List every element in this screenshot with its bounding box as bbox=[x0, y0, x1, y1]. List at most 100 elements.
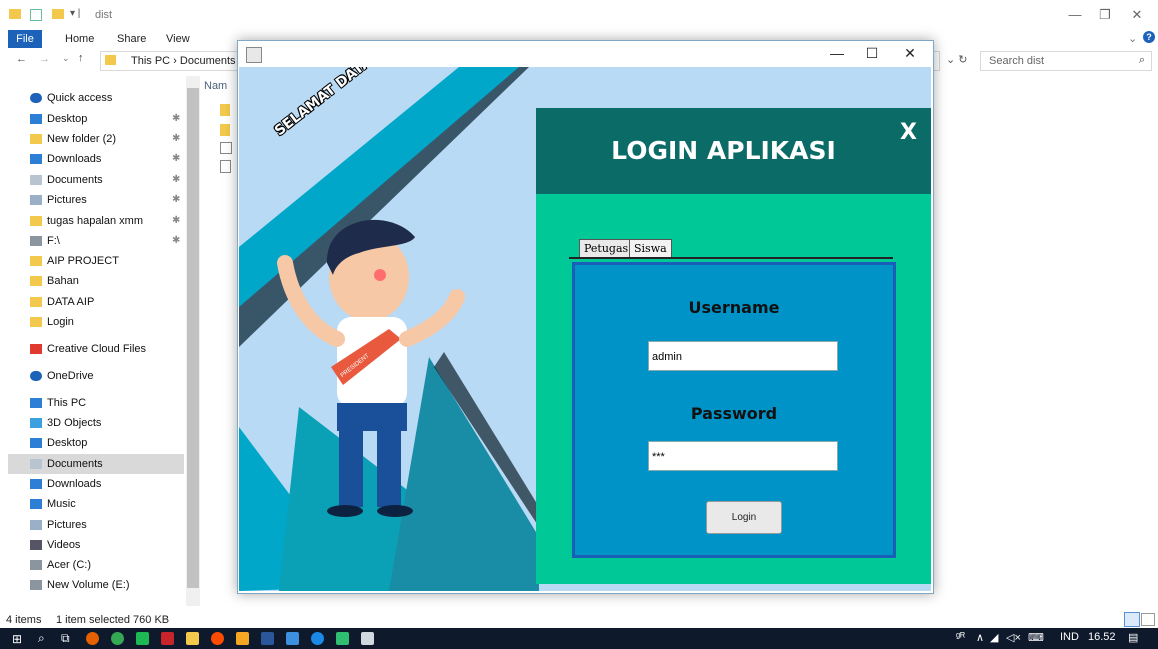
java-file-icon[interactable] bbox=[220, 142, 232, 154]
people-icon[interactable]: ᵍᴿ bbox=[956, 631, 965, 643]
notification-icon[interactable]: ▤ bbox=[1128, 631, 1138, 644]
login-button[interactable]: Login bbox=[706, 501, 782, 534]
new-folder-icon[interactable] bbox=[52, 9, 64, 19]
sidebar-item[interactable]: New Volume (E:) bbox=[30, 575, 130, 595]
quick-access-toolbar-dropdown-icon[interactable]: ▾ | bbox=[70, 8, 80, 19]
tab-share[interactable]: Share bbox=[117, 33, 146, 45]
sidebar-item[interactable]: Downloads bbox=[30, 149, 101, 169]
network-icon[interactable]: ◢ bbox=[990, 631, 998, 644]
close-icon[interactable]: ✕ bbox=[1122, 7, 1152, 23]
sidebar-item[interactable]: 3D Objects bbox=[30, 413, 101, 433]
maximize-icon[interactable]: ☐ bbox=[858, 45, 886, 62]
search-icon[interactable]: ⌕ bbox=[1139, 54, 1145, 67]
sidebar-item[interactable]: Videos bbox=[30, 535, 80, 555]
large-icons-view-icon[interactable] bbox=[1141, 613, 1155, 626]
sidebar-item[interactable]: New folder (2) bbox=[30, 129, 116, 149]
edge-icon[interactable] bbox=[311, 632, 324, 645]
sidebar-item[interactable]: F:\ bbox=[30, 231, 60, 251]
star-icon bbox=[30, 93, 42, 104]
language-indicator[interactable]: IND bbox=[1060, 631, 1079, 643]
search-input[interactable]: Search dist ⌕ bbox=[980, 51, 1152, 71]
folder-icon[interactable] bbox=[220, 124, 230, 136]
xampp-icon[interactable] bbox=[236, 632, 249, 645]
properties-icon[interactable] bbox=[30, 9, 42, 21]
window-title: dist bbox=[95, 9, 113, 21]
sidebar-item[interactable]: Acer (C:) bbox=[30, 555, 91, 575]
close-icon[interactable]: ✕ bbox=[896, 45, 924, 62]
folder-icon[interactable] bbox=[220, 104, 230, 116]
search-icon[interactable]: ⌕ bbox=[38, 631, 45, 646]
scrollbar-thumb[interactable] bbox=[187, 88, 199, 588]
tab-view[interactable]: View bbox=[166, 33, 190, 45]
sidebar-item[interactable]: Documents bbox=[30, 454, 103, 474]
folder-icon bbox=[30, 297, 42, 308]
flash-icon[interactable] bbox=[161, 632, 174, 645]
firefox-icon[interactable] bbox=[86, 632, 99, 645]
sidebar-item[interactable]: Bahan bbox=[30, 271, 79, 291]
volume-icon[interactable]: ◁× bbox=[1006, 631, 1021, 644]
password-input[interactable]: *** bbox=[648, 441, 838, 471]
help-icon[interactable]: ? bbox=[1143, 31, 1155, 43]
refresh-icon[interactable]: ⌄ ↻ bbox=[946, 53, 968, 66]
pin-icon: ✱ bbox=[172, 194, 181, 205]
search-placeholder: Search dist bbox=[989, 55, 1045, 67]
sidebar-item[interactable]: Pictures bbox=[30, 515, 87, 535]
notes-icon[interactable] bbox=[286, 632, 299, 645]
sidebar-item-label: Pictures bbox=[47, 194, 87, 206]
sidebar-item[interactable]: Downloads bbox=[30, 474, 101, 494]
sidebar-item[interactable]: tugas hapalan xmm bbox=[30, 211, 143, 231]
task-view-icon[interactable]: ⧉ bbox=[61, 631, 70, 646]
sidebar-item[interactable]: Creative Cloud Files bbox=[30, 339, 146, 359]
video-icon bbox=[30, 540, 42, 551]
app-icon[interactable] bbox=[336, 632, 349, 645]
sidebar-item[interactable]: Desktop bbox=[30, 109, 87, 129]
sidebar-item[interactable]: Login bbox=[30, 312, 74, 332]
minimize-icon[interactable]: — bbox=[1060, 7, 1090, 22]
opera-icon[interactable] bbox=[211, 632, 224, 645]
tab-petugas[interactable]: Petugas bbox=[579, 239, 634, 257]
tray-chevron-icon[interactable]: ∧ bbox=[976, 631, 984, 644]
sidebar-item[interactable]: DATA AIP bbox=[30, 292, 94, 312]
java-icon[interactable] bbox=[361, 632, 374, 645]
sidebar-item-label: DATA AIP bbox=[47, 296, 95, 308]
folder-icon bbox=[9, 9, 21, 19]
keyboard-icon[interactable]: ⌨ bbox=[1028, 631, 1044, 644]
back-icon[interactable]: ← bbox=[16, 53, 27, 65]
ribbon-expand-icon[interactable]: ⌄ bbox=[1128, 32, 1137, 45]
sidebar-item[interactable]: OneDrive bbox=[30, 366, 93, 386]
sidebar-item[interactable]: This PC bbox=[30, 393, 86, 413]
status-item-count: 4 items bbox=[6, 614, 42, 626]
pin-icon: ✱ bbox=[172, 235, 181, 246]
up-icon[interactable]: ↑ bbox=[78, 52, 84, 64]
folder-icon bbox=[30, 134, 42, 145]
forward-icon[interactable]: → bbox=[39, 53, 50, 65]
character-right-arm bbox=[399, 289, 465, 347]
sidebar-item-label: New Volume (E:) bbox=[47, 579, 130, 591]
sidebar-item[interactable]: Music bbox=[30, 494, 76, 514]
windows-start-icon[interactable]: ⊞ bbox=[12, 632, 22, 646]
username-input[interactable]: admin bbox=[648, 341, 838, 371]
sidebar-item[interactable]: Desktop bbox=[30, 433, 87, 453]
restore-icon[interactable]: ❐ bbox=[1090, 7, 1120, 23]
details-view-icon[interactable] bbox=[1124, 612, 1140, 627]
sidebar-item[interactable]: AIP PROJECT bbox=[30, 251, 119, 271]
sidebar-item-label: Documents bbox=[47, 174, 103, 186]
word-icon[interactable] bbox=[261, 632, 274, 645]
file-explorer-icon[interactable] bbox=[186, 632, 199, 645]
sidebar-item[interactable]: Documents bbox=[30, 170, 103, 190]
address-path[interactable]: This PC › Documents bbox=[131, 55, 236, 67]
tab-siswa[interactable]: Siswa bbox=[629, 239, 672, 257]
minimize-icon[interactable]: — bbox=[823, 45, 851, 61]
nav-scrollbar[interactable] bbox=[186, 76, 200, 606]
text-file-icon[interactable] bbox=[220, 160, 231, 173]
login-close-button[interactable]: X bbox=[900, 120, 917, 145]
tab-file[interactable]: File bbox=[8, 30, 42, 48]
tab-home[interactable]: Home bbox=[65, 33, 94, 45]
recent-locations-icon[interactable]: ⌄ bbox=[62, 53, 70, 64]
clock[interactable]: 16.52 bbox=[1088, 631, 1116, 643]
column-header-name[interactable]: Nam bbox=[204, 80, 227, 92]
sidebar-item[interactable]: Pictures bbox=[30, 190, 87, 210]
chrome-icon[interactable] bbox=[111, 632, 124, 645]
app-icon[interactable] bbox=[136, 632, 149, 645]
sidebar-item[interactable]: Quick access bbox=[30, 88, 112, 108]
